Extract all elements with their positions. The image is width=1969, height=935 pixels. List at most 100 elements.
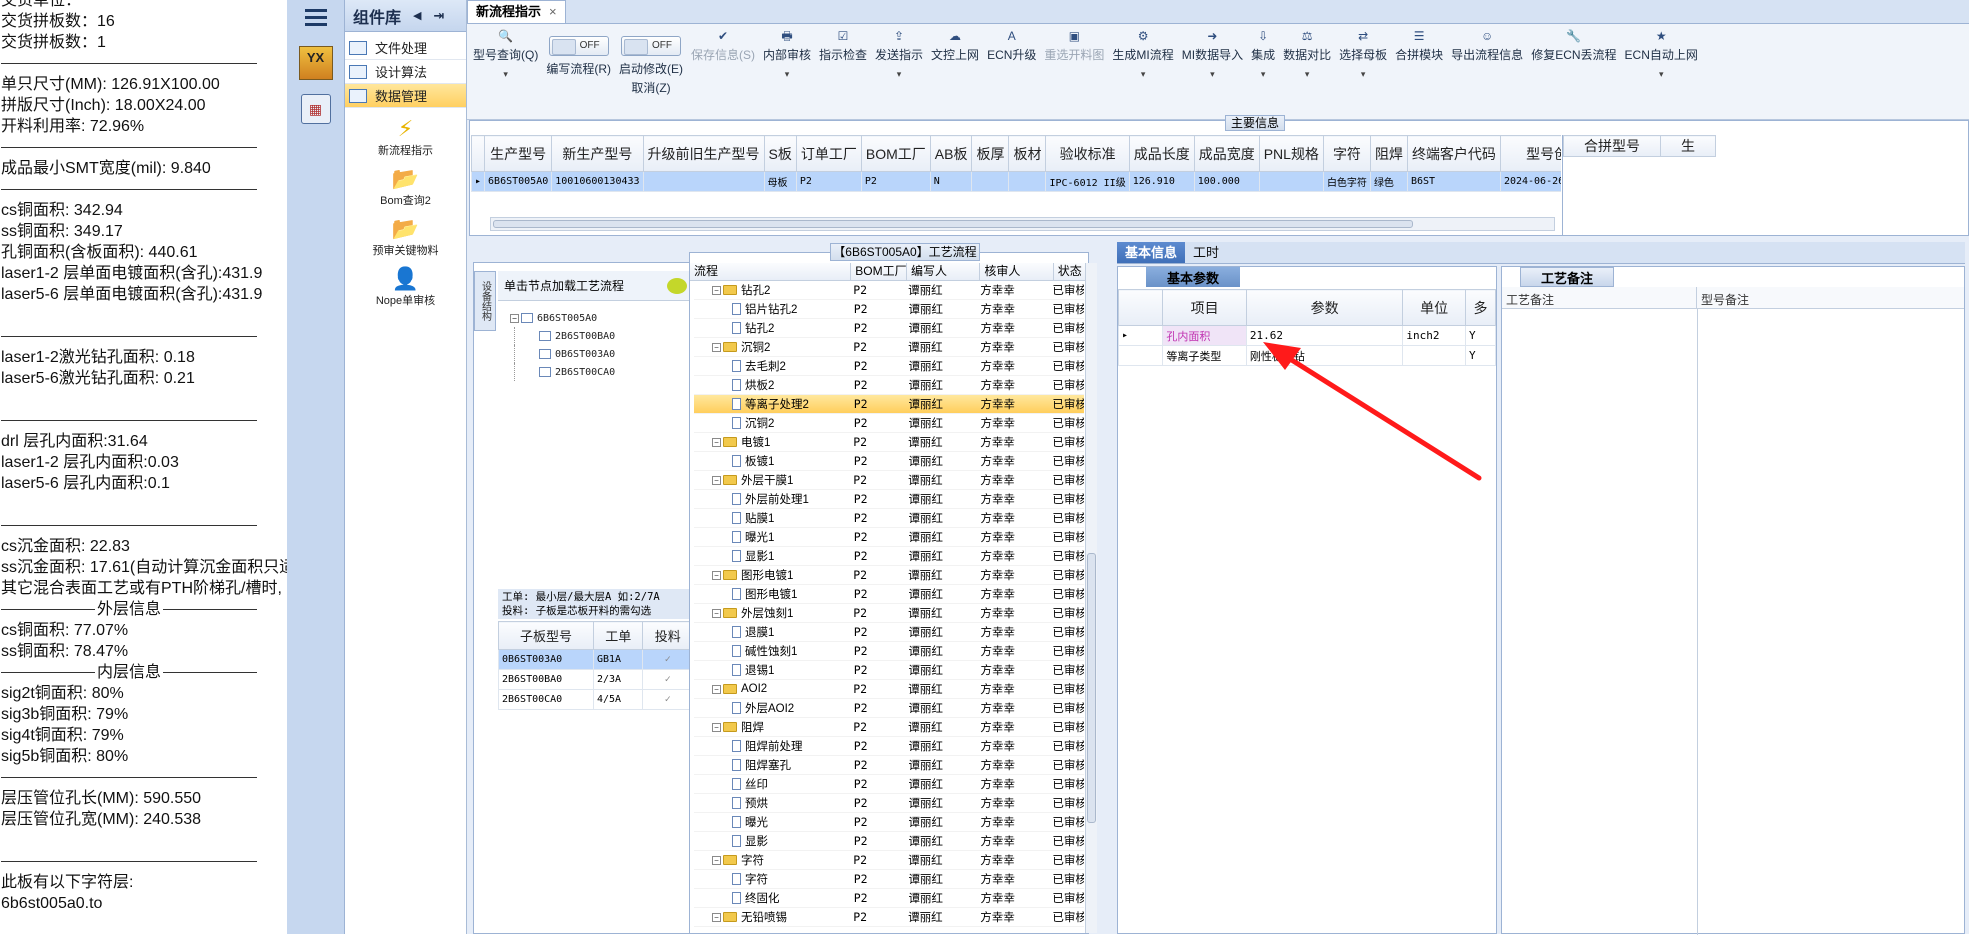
table-cell[interactable] xyxy=(642,171,765,192)
library-big-item[interactable]: 👤 Nope单审核 xyxy=(345,266,466,308)
chevron-down-icon[interactable]: ▾ xyxy=(1261,69,1266,80)
toolbar-button[interactable]: OFF 启动修改(E) 取消(Z) xyxy=(615,28,687,115)
table-cell[interactable]: 10010600130433 xyxy=(551,171,644,192)
table-cell[interactable]: 白色字符 xyxy=(1322,171,1371,192)
table-cell[interactable] xyxy=(1258,171,1324,192)
list-item[interactable]: 阻焊塞孔 P2 谭丽红 方幸幸 已审核 xyxy=(694,756,1084,775)
list-item[interactable]: − 阻焊 P2 谭丽红 方幸幸 已审核 xyxy=(694,718,1084,737)
checkbox[interactable]: ✓ xyxy=(642,669,693,690)
collapse-icon[interactable]: − xyxy=(712,722,721,732)
list-item[interactable]: 板镀1 P2 谭丽红 方幸幸 已审核 xyxy=(694,452,1084,471)
tree-node[interactable]: 2B6ST00BA0 xyxy=(514,327,690,345)
list-item[interactable]: 字符 P2 谭丽红 方幸幸 已审核 xyxy=(694,870,1084,889)
column-header[interactable]: 子板型号 xyxy=(498,621,594,650)
table-cell[interactable]: P2 xyxy=(860,171,931,192)
table-cell[interactable] xyxy=(971,171,1010,192)
toolbar-button[interactable]: ⚖ 数据对比 ▾ xyxy=(1279,28,1335,115)
list-item[interactable]: 显影1 P2 谭丽红 方幸幸 已审核 xyxy=(694,547,1084,566)
column-header[interactable]: 编写人 xyxy=(907,263,981,280)
table-cell[interactable]: 等离子类型 xyxy=(1162,345,1247,366)
toolbar-button[interactable]: ☰ 合拼模块 xyxy=(1391,28,1447,115)
library-big-item[interactable]: 📂 预审关键物料 xyxy=(345,216,466,258)
table-cell[interactable]: 孔内面积 xyxy=(1162,325,1247,346)
column-header[interactable]: 升级前旧生产型号 xyxy=(642,135,765,172)
column-header[interactable]: 字符 xyxy=(1322,135,1371,172)
toolbar-button[interactable]: ⇄ 选择母板 ▾ xyxy=(1335,28,1391,115)
tab-new-flow[interactable]: 新流程指示 × xyxy=(467,0,566,23)
close-icon[interactable]: × xyxy=(549,1,557,23)
column-header[interactable]: 板材 xyxy=(1008,135,1047,172)
tree-node[interactable]: 2B6ST00CA0 xyxy=(514,363,690,381)
table-row[interactable]: ▸ 6B6ST005A0 10010600130433 母板 P2 P2 N IPC-6012… xyxy=(471,171,1561,192)
app-logo-icon[interactable]: YX xyxy=(298,46,333,80)
chevron-down-icon[interactable]: ▾ xyxy=(1361,69,1366,80)
column-header[interactable]: 核审人 xyxy=(980,263,1054,280)
column-header[interactable]: 验收标准 xyxy=(1045,135,1130,172)
tree-root[interactable]: − 6B6ST005A0 xyxy=(510,309,690,327)
hamburger-icon[interactable] xyxy=(287,0,345,34)
subtab-basic-params[interactable]: 基本参数 xyxy=(1146,267,1240,287)
table-cell[interactable]: 2B6ST00BA0 xyxy=(498,669,594,690)
toolbar-button[interactable]: ☑ 指示检查 xyxy=(815,28,871,115)
collapse-icon[interactable]: − xyxy=(712,912,721,922)
library-big-item[interactable]: ⚡ 新流程指示 xyxy=(345,116,466,158)
list-item[interactable]: 去毛刺2 P2 谭丽红 方幸幸 已审核 xyxy=(694,357,1084,376)
calculator-icon[interactable]: ▦ xyxy=(300,94,331,124)
checkbox[interactable]: ✓ xyxy=(642,689,693,710)
list-item[interactable]: 外层前处理1 P2 谭丽红 方幸幸 已审核 xyxy=(694,490,1084,509)
list-item[interactable]: − AOI2 P2 谭丽红 方幸幸 已审核 xyxy=(694,680,1084,699)
column-header[interactable]: AB板 xyxy=(929,135,973,172)
table-cell[interactable]: 0B6ST003A0 xyxy=(498,649,594,670)
collapse-icon[interactable]: − xyxy=(712,342,721,352)
table-cell[interactable]: 2B6ST00CA0 xyxy=(498,689,594,710)
table-cell[interactable]: 2024-06-26 14:46:53 xyxy=(1499,171,1561,192)
column-header[interactable]: 多 xyxy=(1464,289,1497,326)
table-cell[interactable]: 126.910 xyxy=(1128,171,1195,192)
column-header[interactable]: 成品长度 xyxy=(1128,135,1195,172)
list-item[interactable]: 丝印 P2 谭丽红 方幸幸 已审核 xyxy=(694,775,1084,794)
list-item[interactable]: − 钻孔2 P2 谭丽红 方幸幸 已审核 xyxy=(694,281,1084,300)
collapse-icon[interactable]: − xyxy=(712,285,721,295)
column-header[interactable]: 合拼型号 xyxy=(1563,135,1661,157)
vertical-tab[interactable]: 设备结构 xyxy=(474,271,496,331)
toolbar-button[interactable]: ⇪ 发送指示 ▾ xyxy=(871,28,927,115)
tab-process-remarks[interactable]: 工艺备注 xyxy=(1520,267,1614,287)
list-item[interactable]: 碱性蚀刻1 P2 谭丽红 方幸幸 已审核 xyxy=(694,642,1084,661)
chevron-down-icon[interactable]: ▾ xyxy=(1659,69,1664,80)
tab-work-hours[interactable]: 工时 xyxy=(1185,242,1227,263)
column-header[interactable]: BOM工厂 xyxy=(851,263,908,280)
table-cell[interactable]: 2/3A xyxy=(592,669,644,690)
column-header[interactable]: BOM工厂 xyxy=(860,135,931,172)
toggle-switch[interactable]: OFF xyxy=(621,36,681,56)
chevron-down-icon[interactable]: ▾ xyxy=(897,69,902,80)
list-item[interactable]: − 沉铜2 P2 谭丽红 方幸幸 已审核 xyxy=(694,338,1084,357)
list-item[interactable]: 钻孔2 P2 谭丽红 方幸幸 已审核 xyxy=(694,319,1084,338)
column-header[interactable]: 阻焊 xyxy=(1369,135,1408,172)
list-item[interactable]: − 外层蚀刻1 P2 谭丽红 方幸幸 已审核 xyxy=(694,604,1084,623)
column-header[interactable]: 工单 xyxy=(592,621,644,650)
table-row[interactable]: 0B6ST003A0 GB1A ✓ xyxy=(498,649,693,670)
chevron-down-icon[interactable]: ▾ xyxy=(1141,69,1146,80)
list-item[interactable]: − 图形电镀1 P2 谭丽红 方幸幸 已审核 xyxy=(694,566,1084,585)
column-header[interactable]: 新生产型号 xyxy=(551,135,644,172)
list-item[interactable]: 显影 P2 谭丽红 方幸幸 已审核 xyxy=(694,832,1084,851)
vscrollbar[interactable] xyxy=(1085,263,1097,933)
toolbar-button[interactable]: 🔍 型号查询(Q) ▾ xyxy=(469,28,542,115)
list-item[interactable]: 贴膜1 P2 谭丽红 方幸幸 已审核 xyxy=(694,509,1084,528)
toolbar-button[interactable]: ➜ MI数据导入 ▾ xyxy=(1178,28,1247,115)
list-item[interactable]: 外层AOI2 P2 谭丽红 方幸幸 已审核 xyxy=(694,699,1084,718)
chevron-down-icon[interactable]: ▾ xyxy=(503,69,508,80)
list-item[interactable]: 退膜1 P2 谭丽红 方幸幸 已审核 xyxy=(694,623,1084,642)
column-header[interactable]: 生 xyxy=(1660,135,1716,157)
hscrollbar[interactable] xyxy=(490,217,1555,231)
toolbar-button[interactable]: A ECN升级 xyxy=(983,28,1040,115)
table-cell[interactable]: N xyxy=(929,171,973,192)
library-item[interactable]: 设计算法 xyxy=(345,60,466,84)
list-item[interactable]: 沉铜2 P2 谭丽红 方幸幸 已审核 xyxy=(694,414,1084,433)
list-item[interactable]: − 外层干膜1 P2 谭丽红 方幸幸 已审核 xyxy=(694,471,1084,490)
list-item[interactable]: 终固化 P2 谭丽红 方幸幸 已审核 xyxy=(694,889,1084,908)
column-header[interactable]: 流程 xyxy=(690,263,852,280)
toolbar-button[interactable]: ✔ 保存信息(S) xyxy=(687,28,759,115)
table-cell[interactable]: B6ST xyxy=(1406,171,1501,192)
library-big-item[interactable]: 📂 Bom查询2 xyxy=(345,166,466,208)
